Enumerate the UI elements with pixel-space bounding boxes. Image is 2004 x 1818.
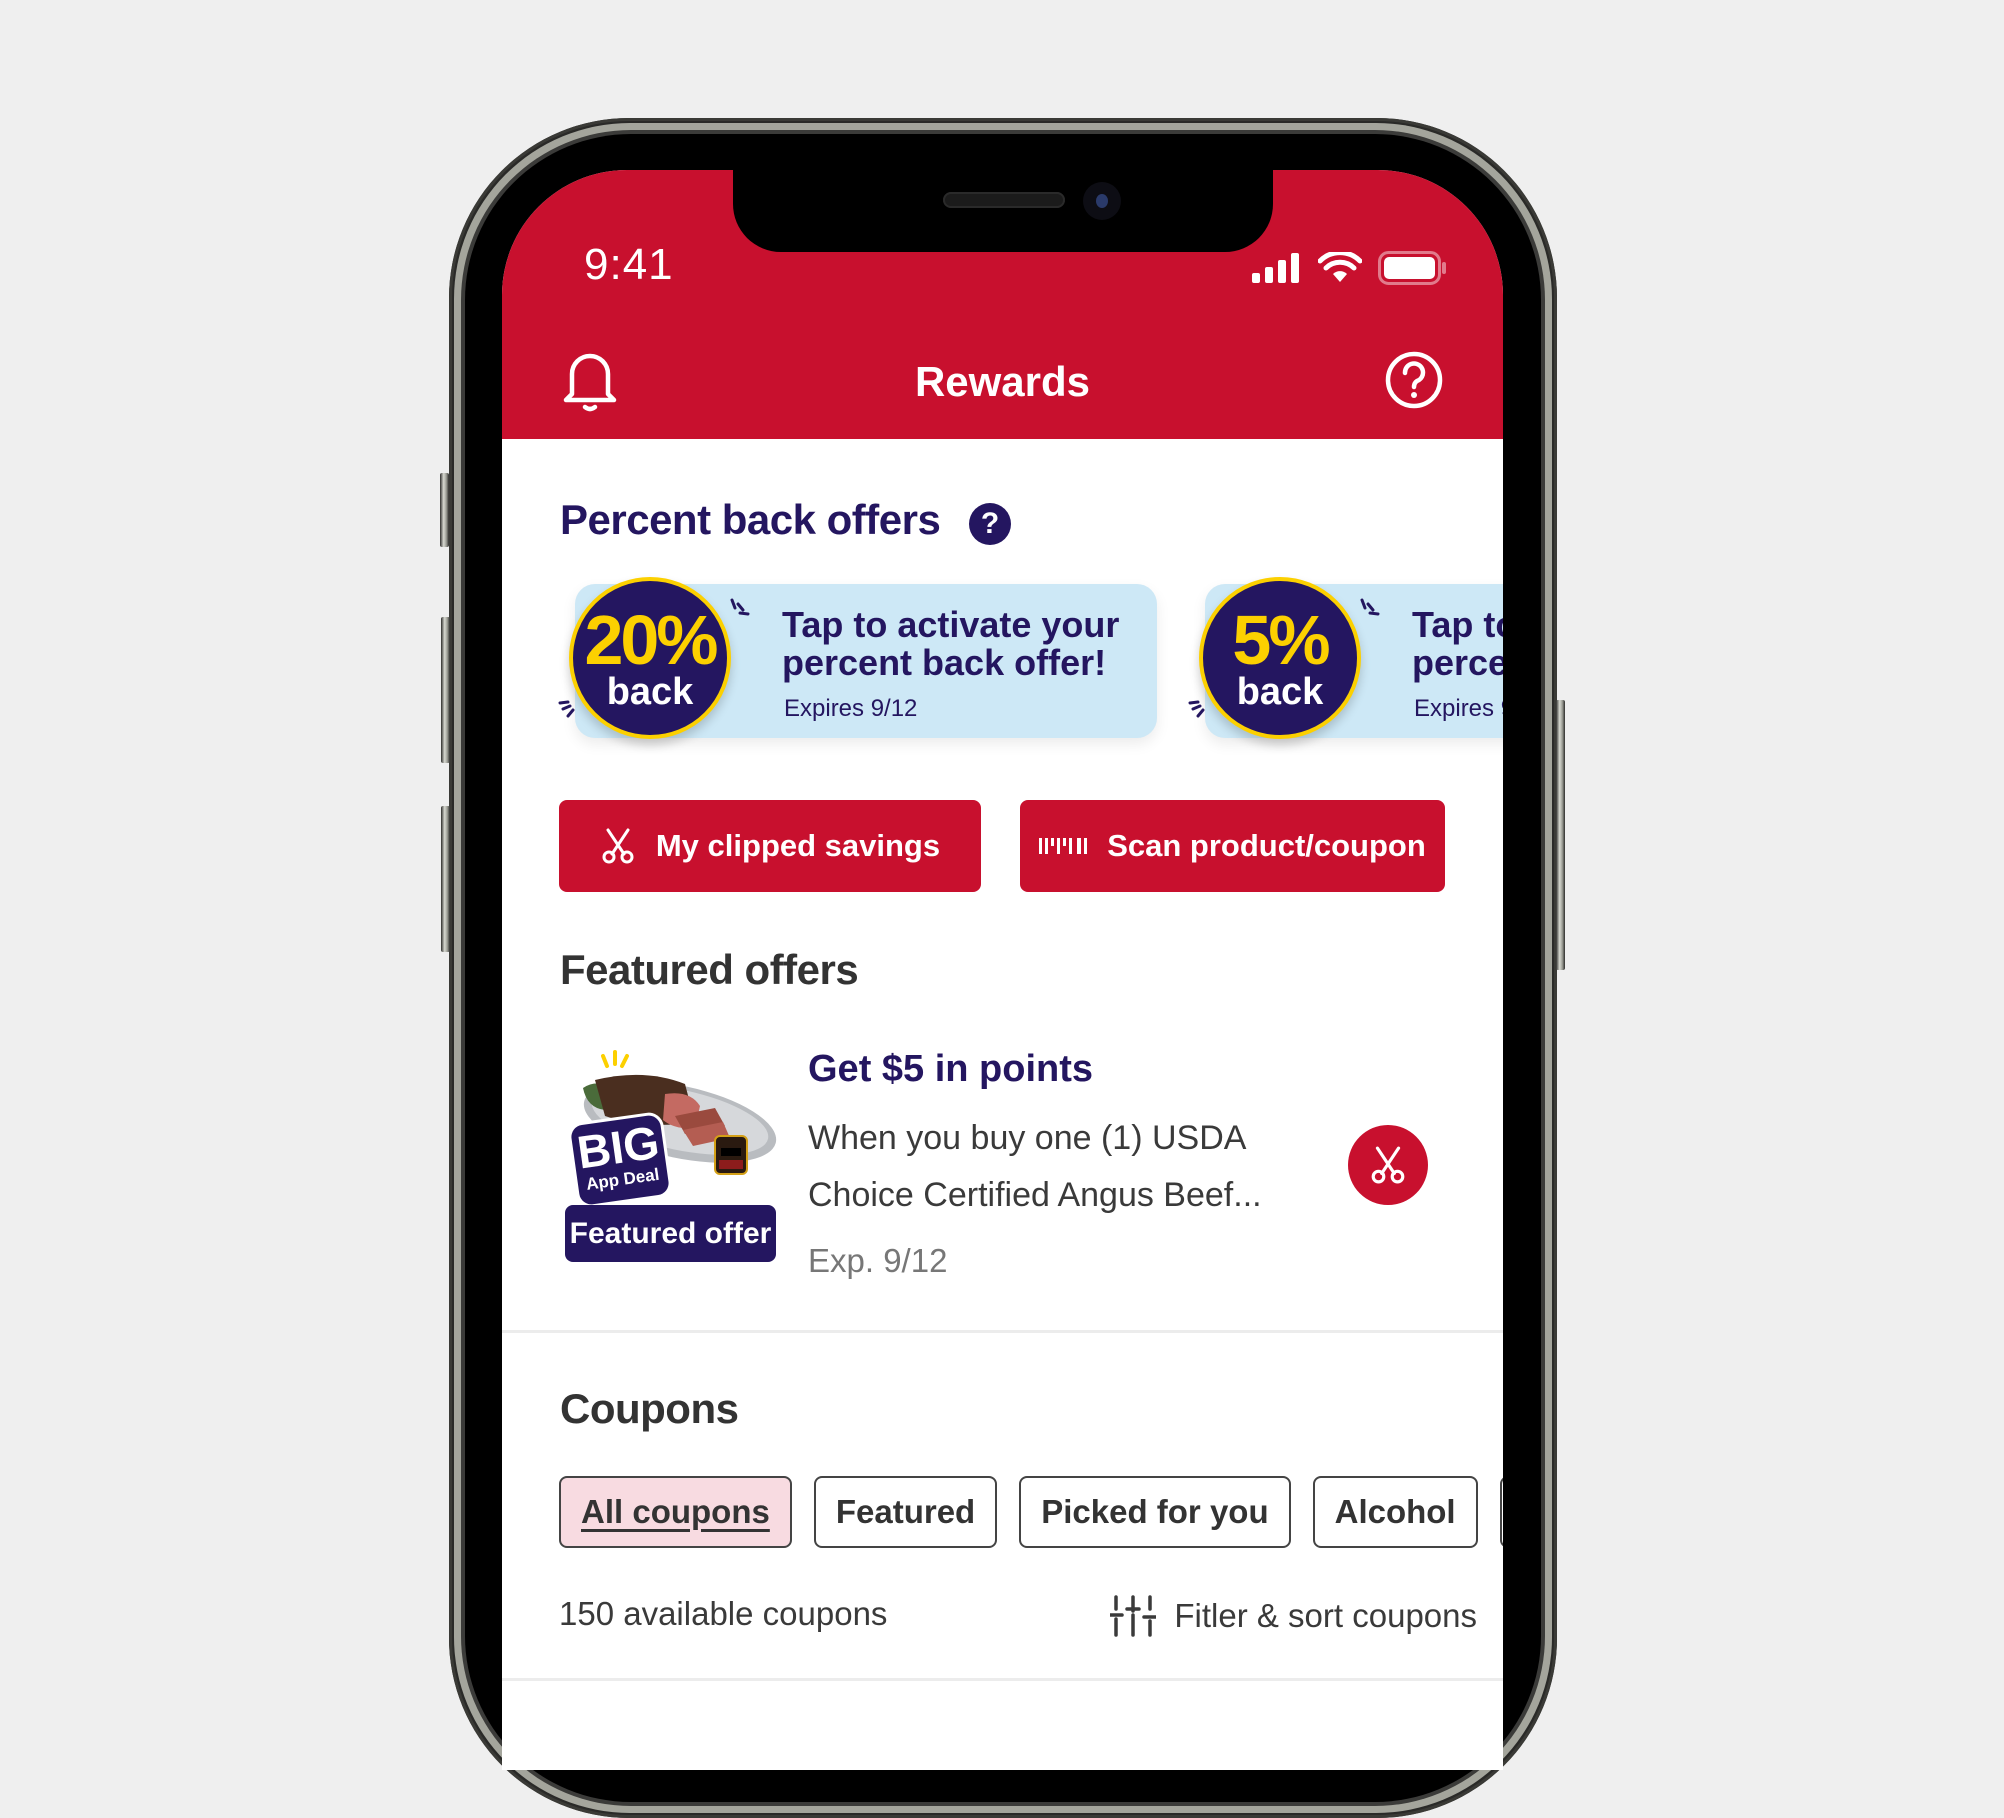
- scissors-icon: [1371, 1146, 1405, 1184]
- front-camera: [1083, 182, 1121, 220]
- status-icons: [1252, 251, 1448, 285]
- sparkle-icon: [1188, 700, 1205, 718]
- percent-back-line2: percent back offer!: [782, 642, 1107, 683]
- barcode-icon: [1039, 838, 1088, 854]
- my-clipped-savings-label: My clipped savings: [655, 828, 941, 863]
- percent-back-line1: Tap to activate your: [782, 604, 1120, 645]
- offer-description: When you buy one (1) USDA Choice Certifi…: [808, 1119, 1262, 1214]
- wifi-icon: [1318, 252, 1362, 282]
- scan-product-coupon-label: Scan product/coupon: [1107, 828, 1426, 863]
- offer-title[interactable]: Get $5 in points: [808, 1048, 1093, 1091]
- offer-product-image: BIG App Deal: [565, 1050, 780, 1206]
- help-button[interactable]: [1384, 348, 1444, 412]
- section-divider: [502, 1330, 1503, 1333]
- percent-back-heading: Percent back offers: [560, 496, 941, 543]
- chip-picked-for-you[interactable]: Picked for you: [1019, 1476, 1291, 1548]
- coupons-heading: Coupons: [560, 1385, 739, 1432]
- app-header: 9:41 Rewards: [502, 170, 1503, 439]
- mute-switch: [440, 473, 449, 547]
- help-icon: ?: [980, 507, 1000, 540]
- power-button: [1556, 700, 1565, 970]
- sliders-icon: [1110, 1595, 1157, 1637]
- clip-offer-button[interactable]: [1348, 1125, 1428, 1205]
- section-divider: [502, 1678, 1503, 1681]
- chip-more[interactable]: B: [1499, 1476, 1503, 1548]
- chip-featured[interactable]: Featured: [813, 1476, 998, 1548]
- volume-down-button: [441, 806, 450, 952]
- help-circle-icon: [1385, 351, 1443, 409]
- chip-alcohol[interactable]: Alcohol: [1312, 1476, 1478, 1548]
- percent-back-expires: Expires 9/12: [1414, 695, 1503, 722]
- cellular-signal-icon: [1252, 253, 1299, 283]
- percent-badge: 5% back: [1199, 577, 1361, 739]
- sparkle-icon: [730, 598, 750, 616]
- featured-offer-badge: Featured offer: [565, 1205, 776, 1262]
- my-clipped-savings-button[interactable]: My clipped savings: [559, 800, 981, 892]
- offer-expiration: Exp. 9/12: [808, 1242, 948, 1279]
- chip-all-coupons[interactable]: All coupons: [559, 1476, 792, 1548]
- battery-icon: [1378, 251, 1446, 285]
- featured-offers-heading: Featured offers: [560, 946, 859, 993]
- scan-product-coupon-button[interactable]: Scan product/coupon: [1020, 800, 1445, 892]
- sparkle-icon: [558, 700, 575, 718]
- available-coupons-count: 150 available coupons: [559, 1595, 888, 1632]
- speaker-grille: [943, 192, 1065, 208]
- percent-badge: 20% back: [569, 577, 731, 739]
- percent-back-line1: Tap to activate your: [1412, 604, 1503, 645]
- filter-sort-label: Fitler & sort coupons: [1174, 1597, 1477, 1634]
- app-screen: 9:41 Rewards Percent back offers ? Tap t…: [502, 170, 1503, 1770]
- percent-back-expires: Expires 9/12: [784, 695, 918, 722]
- scissors-icon: [602, 828, 634, 864]
- coupon-category-chips: All coupons Featured Picked for you Alco…: [559, 1476, 1503, 1548]
- percent-back-line2: percent back offer!: [1412, 642, 1503, 683]
- volume-up-button: [441, 617, 450, 763]
- sparkle-icon: [1360, 598, 1380, 616]
- status-time: 9:41: [584, 240, 674, 289]
- notch: [733, 170, 1273, 252]
- percent-back-help-button[interactable]: ?: [969, 503, 1011, 545]
- page-title: Rewards: [914, 358, 1091, 405]
- filter-sort-button[interactable]: Fitler & sort coupons: [1110, 1595, 1477, 1637]
- big-app-deal-logo: BIG App Deal: [569, 1114, 671, 1206]
